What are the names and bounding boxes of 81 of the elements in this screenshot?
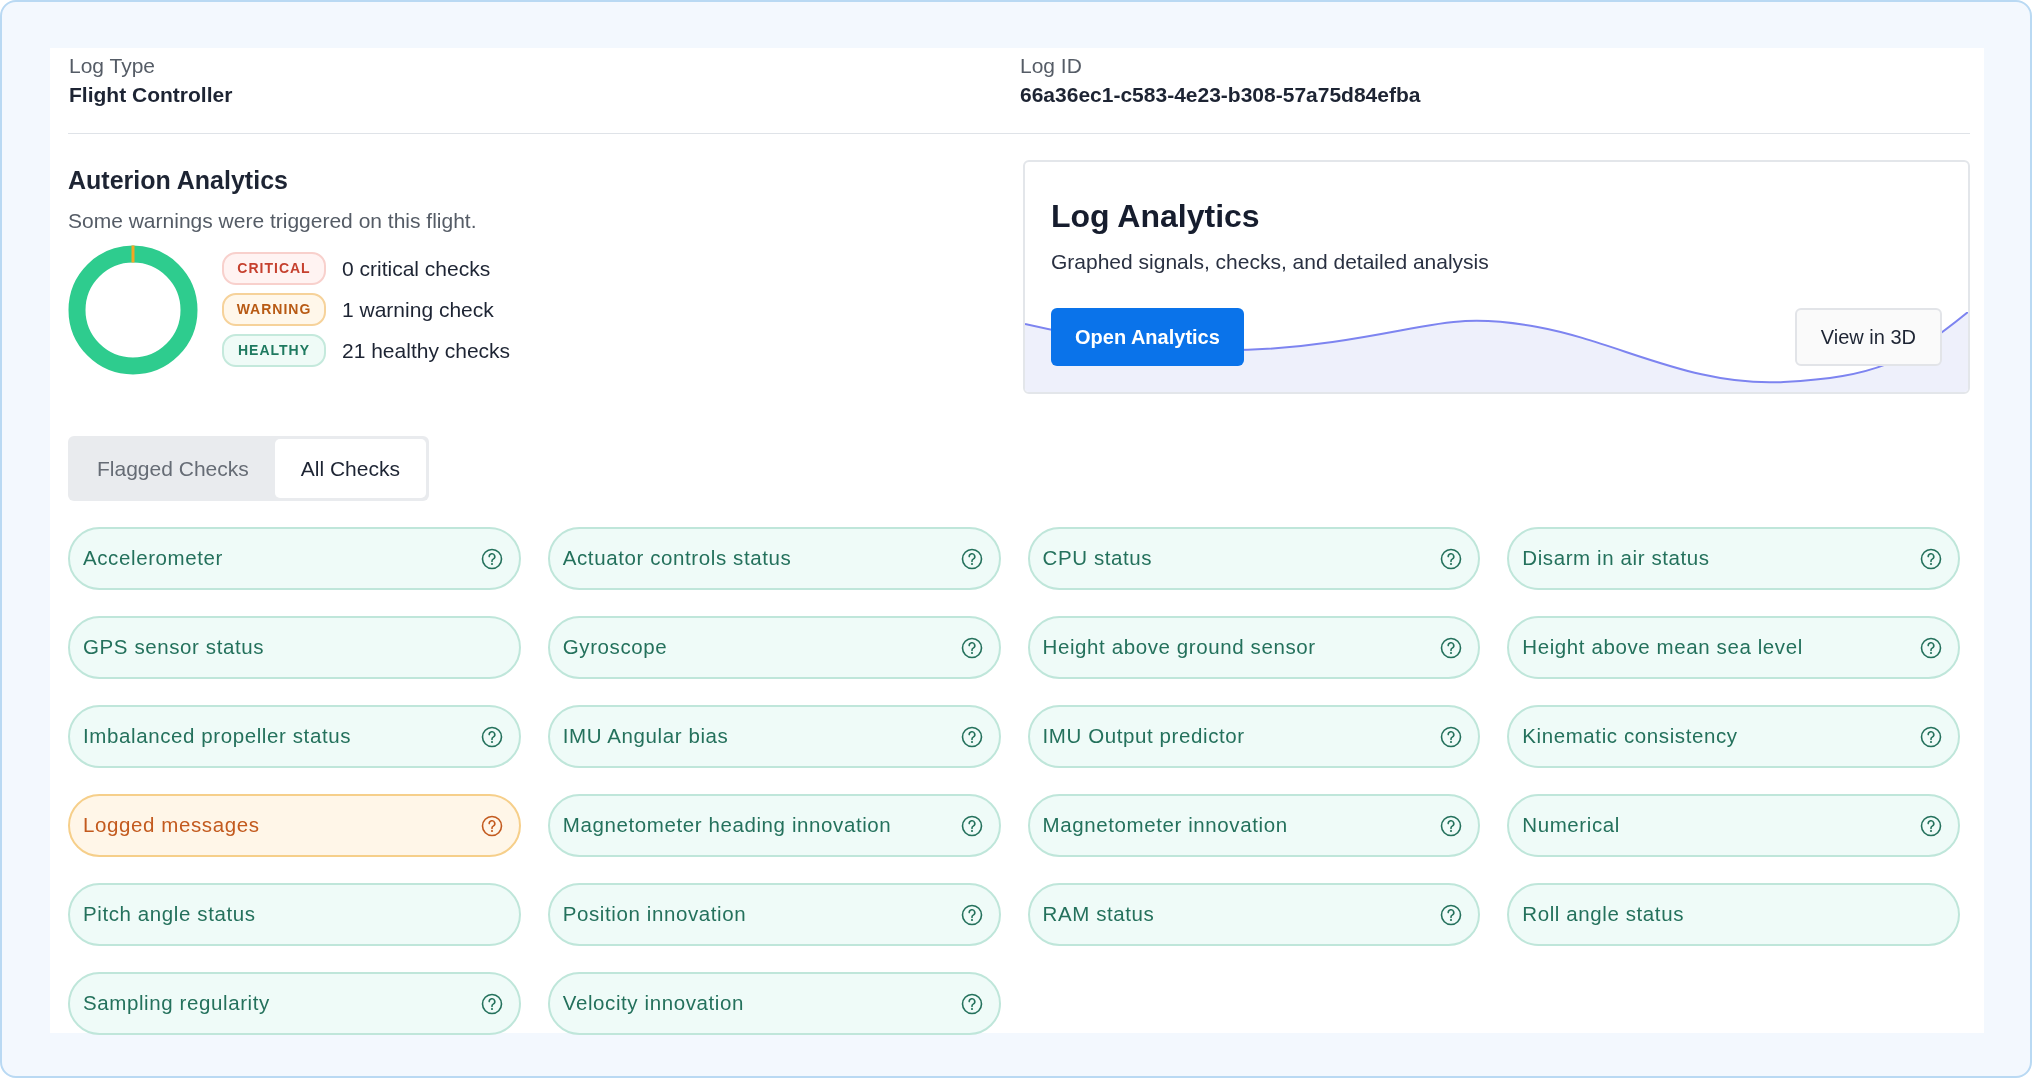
- check-item[interactable]: Velocity innovation: [547, 972, 1001, 1036]
- help-icon[interactable]: [960, 992, 983, 1015]
- field-value: Flight Controller: [69, 82, 234, 109]
- check-label: Roll angle status: [1522, 901, 1684, 928]
- check-label: Gyroscope: [562, 634, 668, 661]
- check-label: Logged messages: [83, 812, 260, 839]
- help-icon[interactable]: [1920, 814, 1942, 837]
- tab[interactable]: All Checks: [274, 438, 426, 499]
- help-icon[interactable]: [1920, 725, 1942, 748]
- check-label: Sampling regularity: [83, 990, 270, 1017]
- status-badge: WARNING: [222, 293, 326, 327]
- card-subtitle: Graphed signals, checks, and detailed analysis: [1051, 248, 1490, 275]
- help-icon[interactable]: [960, 547, 983, 570]
- check-item[interactable]: Logged messages: [68, 794, 521, 858]
- check-label: Position innovation: [562, 901, 747, 928]
- check-item[interactable]: Pitch angle status: [68, 883, 521, 947]
- field-label: Log Type: [69, 53, 157, 79]
- check-item[interactable]: Magnetometer heading innovation: [547, 794, 1001, 858]
- section-title: Auterion Analytics: [68, 164, 289, 196]
- check-label: CPU status: [1042, 545, 1153, 572]
- check-item[interactable]: GPS sensor status: [68, 616, 521, 680]
- summary-text: 1 warning check: [342, 297, 494, 324]
- help-icon[interactable]: [1920, 636, 1942, 659]
- check-item[interactable]: Sampling regularity: [68, 972, 521, 1036]
- help-icon[interactable]: [960, 636, 983, 659]
- check-label: Kinematic consistency: [1522, 723, 1738, 750]
- check-item[interactable]: Magnetometer innovation: [1027, 794, 1481, 858]
- check-label: Pitch angle status: [83, 901, 256, 928]
- help-icon[interactable]: [960, 814, 983, 837]
- section-subtitle: Some warnings were triggered on this flight.: [68, 208, 478, 235]
- check-label: Magnetometer heading innovation: [562, 812, 892, 839]
- status-badge: CRITICAL: [222, 252, 326, 286]
- field-label: Log ID: [1020, 53, 1083, 79]
- help-icon[interactable]: [1440, 903, 1463, 926]
- check-label: IMU Angular bias: [562, 723, 729, 750]
- check-item[interactable]: Disarm in air status: [1507, 527, 1960, 591]
- help-icon[interactable]: [480, 814, 503, 837]
- help-icon[interactable]: [480, 725, 503, 748]
- check-label: RAM status: [1042, 901, 1155, 928]
- field-value: 66a36ec1-c583-4e23-b308-57a75d84efba: [1020, 82, 1422, 109]
- check-item[interactable]: Gyroscope: [547, 616, 1001, 680]
- open-analytics-button[interactable]: Open Analytics: [1051, 307, 1244, 366]
- check-label: Accelerometer: [83, 545, 223, 572]
- status-badge: HEALTHY: [222, 334, 326, 368]
- check-label: Disarm in air status: [1522, 545, 1710, 572]
- help-icon[interactable]: [1440, 725, 1463, 748]
- help-icon[interactable]: [480, 547, 503, 570]
- card-title: Log Analytics: [1051, 196, 1261, 236]
- check-label: Magnetometer innovation: [1042, 812, 1288, 839]
- check-item[interactable]: Roll angle status: [1507, 883, 1960, 947]
- check-item[interactable]: Actuator controls status: [547, 527, 1001, 591]
- check-item[interactable]: IMU Angular bias: [547, 705, 1001, 769]
- check-label: Actuator controls status: [562, 545, 792, 572]
- summary-text: 0 critical checks: [342, 256, 491, 283]
- check-item[interactable]: Imbalanced propeller status: [68, 705, 521, 769]
- check-label: Height above ground sensor: [1042, 634, 1316, 661]
- check-item[interactable]: Kinematic consistency: [1507, 705, 1960, 769]
- help-icon[interactable]: [960, 725, 983, 748]
- check-item[interactable]: Accelerometer: [68, 527, 521, 591]
- check-label: Numerical: [1522, 812, 1620, 839]
- check-item[interactable]: Height above ground sensor: [1027, 616, 1481, 680]
- check-item[interactable]: Height above mean sea level: [1507, 616, 1960, 680]
- check-label: IMU Output predictor: [1042, 723, 1245, 750]
- check-label: GPS sensor status: [83, 634, 265, 661]
- help-icon[interactable]: [480, 992, 503, 1015]
- check-item[interactable]: IMU Output predictor: [1027, 705, 1481, 769]
- check-item[interactable]: Numerical: [1507, 794, 1960, 858]
- check-label: Imbalanced propeller status: [83, 723, 352, 750]
- help-icon[interactable]: [1440, 636, 1463, 659]
- help-icon[interactable]: [1440, 547, 1463, 570]
- check-label: Height above mean sea level: [1522, 634, 1803, 661]
- help-icon[interactable]: [1920, 547, 1942, 570]
- view-3d-button[interactable]: View in 3D: [1794, 307, 1942, 366]
- check-item[interactable]: RAM status: [1027, 883, 1481, 947]
- check-item[interactable]: CPU status: [1027, 527, 1481, 591]
- check-label: Velocity innovation: [562, 990, 744, 1017]
- help-icon[interactable]: [1440, 814, 1463, 837]
- check-item[interactable]: Position innovation: [547, 883, 1001, 947]
- help-icon[interactable]: [960, 903, 983, 926]
- tab[interactable]: Flagged Checks: [71, 438, 275, 499]
- summary-text: 21 healthy checks: [342, 338, 511, 365]
